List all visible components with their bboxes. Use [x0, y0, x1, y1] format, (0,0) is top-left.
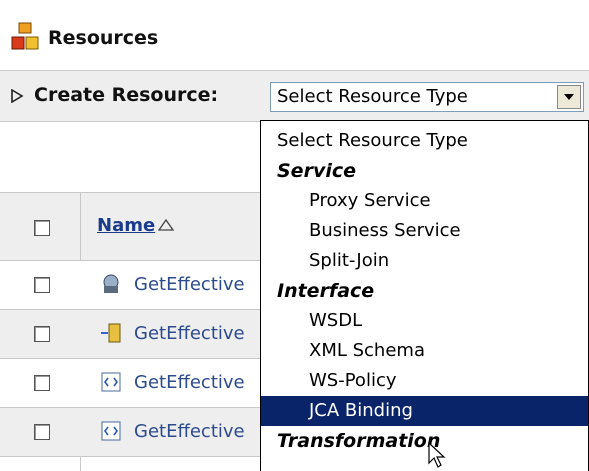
- wsdl-icon: [101, 421, 121, 441]
- select-value: Select Resource Type: [277, 86, 468, 107]
- name-column-header[interactable]: Name: [97, 215, 155, 236]
- sort-ascending-icon[interactable]: [158, 219, 174, 231]
- dropdown-group-interface: Interface: [277, 280, 375, 302]
- create-resource-label: Create Resource:: [34, 84, 219, 106]
- resource-name-link[interactable]: GetEffective: [134, 421, 245, 442]
- expand-triangle-icon[interactable]: [10, 89, 24, 103]
- mouse-cursor-icon: [428, 442, 446, 468]
- dropdown-option-select-resource-type[interactable]: Select Resource Type: [261, 126, 588, 156]
- resource-name-link[interactable]: GetEffective: [134, 274, 245, 295]
- dropdown-option-business-service[interactable]: Business Service: [261, 216, 588, 246]
- dropdown-option-xml-schema[interactable]: XML Schema: [261, 336, 588, 366]
- split-join-icon: [101, 323, 121, 343]
- resource-name-link[interactable]: GetEffective: [134, 372, 245, 393]
- row-checkbox[interactable]: [34, 424, 50, 440]
- resource-type-dropdown[interactable]: Select Resource Type Service Proxy Servi…: [260, 120, 589, 471]
- resource-type-select[interactable]: Select Resource Type: [270, 82, 584, 112]
- dropdown-option-wsdl[interactable]: WSDL: [261, 306, 588, 336]
- dropdown-group-transformation: Transformation: [277, 430, 441, 452]
- wsdl-icon: [101, 372, 121, 392]
- row-checkbox[interactable]: [34, 326, 50, 342]
- resource-name-link[interactable]: GetEffective: [134, 323, 245, 344]
- row-checkbox[interactable]: [34, 375, 50, 391]
- page-title: Resources: [48, 27, 159, 49]
- resources-icon: [11, 22, 39, 50]
- dropdown-option-ws-policy[interactable]: WS-Policy: [261, 366, 588, 396]
- dropdown-group-service: Service: [277, 160, 356, 182]
- select-all-checkbox[interactable]: [34, 220, 50, 236]
- dropdown-option-proxy-service[interactable]: Proxy Service: [261, 186, 588, 216]
- dropdown-option-jca-binding[interactable]: JCA Binding: [261, 396, 588, 426]
- row-checkbox[interactable]: [34, 277, 50, 293]
- proxy-service-icon: [103, 274, 119, 293]
- dropdown-option-split-join[interactable]: Split-Join: [261, 246, 588, 276]
- dropdown-arrow-icon[interactable]: [557, 85, 581, 109]
